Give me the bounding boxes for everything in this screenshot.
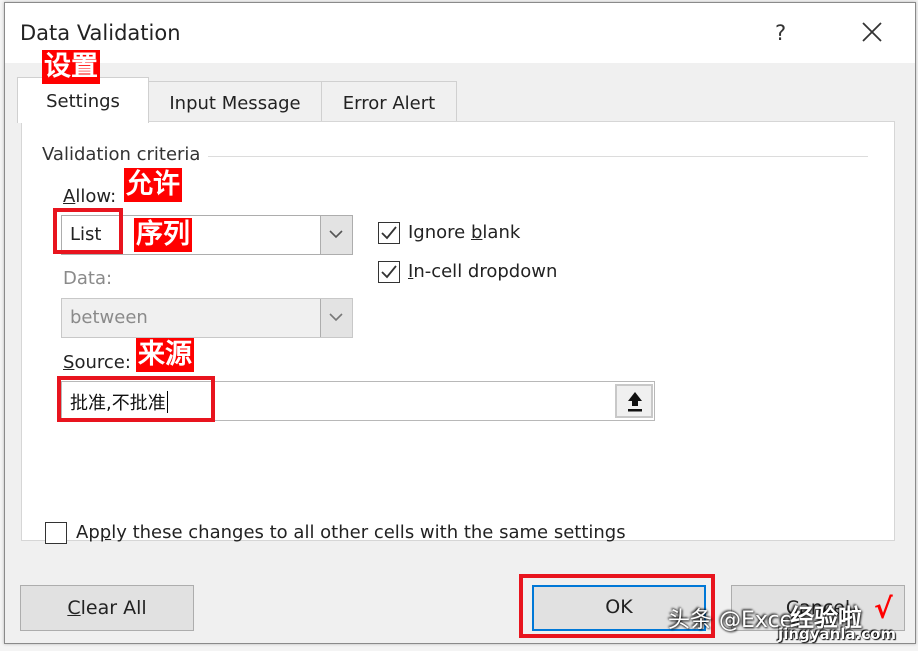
- watermark-url: jingyanla.com: [778, 625, 897, 643]
- annotation-settings: 设置: [42, 50, 100, 84]
- data-validation-dialog: Data Validation ? Settings Input Message…: [4, 2, 916, 644]
- group-divider: [208, 156, 868, 157]
- collapse-dialog-button[interactable]: [615, 384, 653, 418]
- annotation-allow: 允许: [124, 168, 182, 202]
- checkmark-icon: [381, 226, 397, 240]
- collapse-dialog-icon: [628, 392, 642, 412]
- apply-all-checkbox[interactable]: [45, 522, 67, 544]
- data-label: Data:: [63, 268, 113, 289]
- source-input[interactable]: 批准,不批准: [61, 381, 655, 421]
- annotation-source: 来源: [136, 338, 194, 372]
- data-dropdown-button[interactable]: [320, 299, 352, 337]
- allow-label-text: llow:: [75, 186, 117, 207]
- close-icon: [862, 22, 882, 42]
- source-value: 批准,不批准: [70, 389, 168, 415]
- close-button[interactable]: [857, 17, 887, 47]
- help-button[interactable]: ?: [775, 21, 786, 45]
- in-cell-dropdown-checkbox[interactable]: [378, 261, 400, 283]
- tab-error-alert[interactable]: Error Alert: [321, 81, 457, 122]
- ignore-blank-label[interactable]: Ignore blank: [408, 222, 520, 243]
- clear-all-button[interactable]: Clear All: [20, 585, 194, 631]
- source-value-text: 批准,不批准: [70, 393, 166, 414]
- data-value: between: [70, 307, 148, 328]
- source-label: Source:: [63, 352, 131, 373]
- watermark-check-icon: √: [874, 592, 893, 625]
- annotation-list: 序列: [134, 218, 192, 252]
- chevron-down-icon: [329, 230, 343, 239]
- checkmark-icon: [381, 265, 397, 279]
- in-cell-dropdown-label[interactable]: In-cell dropdown: [408, 261, 557, 282]
- text-caret: [166, 391, 168, 413]
- allow-value: List: [70, 224, 102, 245]
- validation-criteria-label: Validation criteria: [42, 144, 209, 165]
- data-select[interactable]: between: [61, 298, 353, 338]
- title-bar: Data Validation ?: [5, 3, 915, 63]
- apply-all-label[interactable]: Apply these changes to all other cells w…: [76, 522, 626, 543]
- chevron-down-icon: [329, 313, 343, 322]
- allow-label: Allow:: [63, 186, 117, 207]
- tab-input-message[interactable]: Input Message: [148, 81, 322, 122]
- allow-dropdown-button[interactable]: [320, 216, 352, 254]
- dialog-title: Data Validation: [20, 21, 181, 45]
- ignore-blank-checkbox[interactable]: [378, 222, 400, 244]
- allow-select[interactable]: List: [61, 215, 353, 255]
